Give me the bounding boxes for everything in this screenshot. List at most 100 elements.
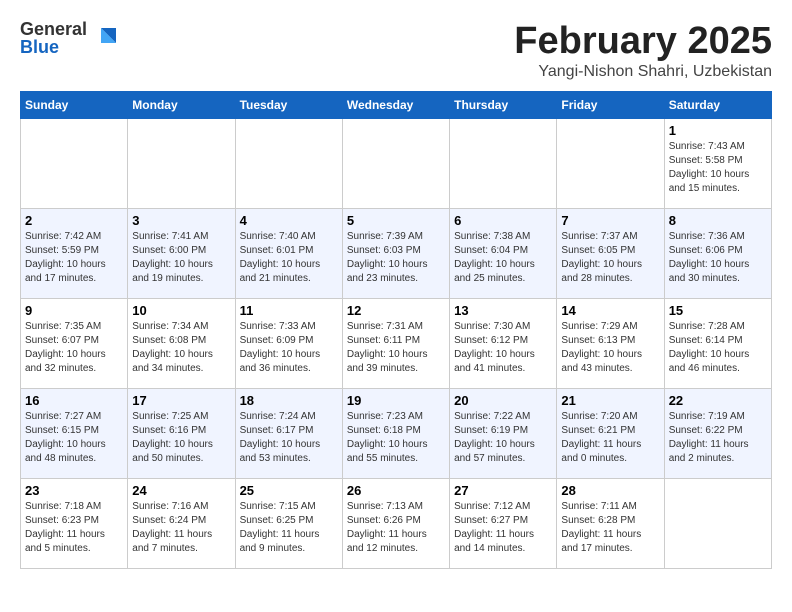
day-number: 17 xyxy=(132,393,230,408)
day-number: 16 xyxy=(25,393,123,408)
calendar-cell: 12Sunrise: 7:31 AM Sunset: 6:11 PM Dayli… xyxy=(342,299,449,389)
weekday-header-saturday: Saturday xyxy=(664,92,771,119)
calendar-cell xyxy=(128,119,235,209)
day-info: Sunrise: 7:40 AM Sunset: 6:01 PM Dayligh… xyxy=(240,230,338,286)
day-info: Sunrise: 7:13 AM Sunset: 6:26 PM Dayligh… xyxy=(347,500,445,556)
calendar-cell: 6Sunrise: 7:38 AM Sunset: 6:04 PM Daylig… xyxy=(450,209,557,299)
day-number: 26 xyxy=(347,483,445,498)
calendar-cell: 15 Sunrise: 7:28 AM Sunset: 6:14 PM Dayli… xyxy=(664,299,771,389)
calendar-cell: 18 Sunrise: 7:24 AM Sunset: 6:17 PM Dayli… xyxy=(235,389,342,479)
calendar-cell: 3Sunrise: 7:41 AM Sunset: 6:00 PM Daylig… xyxy=(128,209,235,299)
calendar-cell: 14Sunrise: 7:29 AM Sunset: 6:13 PM Dayli… xyxy=(557,299,664,389)
calendar-cell xyxy=(450,119,557,209)
day-info: Sunrise: 7:22 AM Sunset: 6:19 PM Dayligh… xyxy=(454,410,552,466)
weekday-header-tuesday: Tuesday xyxy=(235,92,342,119)
calendar-cell: 21 Sunrise: 7:20 AM Sunset: 6:21 PM Dayli… xyxy=(557,389,664,479)
weekday-header-wednesday: Wednesday xyxy=(342,92,449,119)
day-info: Sunrise: 7:25 AM Sunset: 6:16 PM Dayligh… xyxy=(132,410,230,466)
day-number: 27 xyxy=(454,483,552,498)
calendar-cell: 17 Sunrise: 7:25 AM Sunset: 6:16 PM Dayli… xyxy=(128,389,235,479)
day-info: Sunrise: 7:23 AM Sunset: 6:18 PM Dayligh… xyxy=(347,410,445,466)
day-info: Sunrise: 7:30 AM Sunset: 6:12 PM Dayligh… xyxy=(454,320,552,376)
day-number: 9 xyxy=(25,303,123,318)
day-info: Sunrise: 7:12 AM Sunset: 6:27 PM Dayligh… xyxy=(454,500,552,556)
weekday-header-thursday: Thursday xyxy=(450,92,557,119)
calendar-cell: 2Sunrise: 7:42 AM Sunset: 5:59 PM Daylig… xyxy=(21,209,128,299)
calendar-cell: 1 Sunrise: 7:43 AM Sunset: 5:58 PM Daylig… xyxy=(664,119,771,209)
calendar-cell: 9 Sunrise: 7:35 AM Sunset: 6:07 PM Daylig… xyxy=(21,299,128,389)
day-info: Sunrise: 7:24 AM Sunset: 6:17 PM Dayligh… xyxy=(240,410,338,466)
day-number: 18 xyxy=(240,393,338,408)
calendar-cell: 24Sunrise: 7:16 AM Sunset: 6:24 PM Dayli… xyxy=(128,479,235,569)
logo-icon xyxy=(91,23,121,53)
day-info: Sunrise: 7:18 AM Sunset: 6:23 PM Dayligh… xyxy=(25,500,123,556)
calendar-cell: 8 Sunrise: 7:36 AM Sunset: 6:06 PM Daylig… xyxy=(664,209,771,299)
calendar-cell: 20 Sunrise: 7:22 AM Sunset: 6:19 PM Dayli… xyxy=(450,389,557,479)
calendar-cell: 16 Sunrise: 7:27 AM Sunset: 6:15 PM Dayli… xyxy=(21,389,128,479)
logo: General Blue xyxy=(20,20,121,56)
calendar-week-row-3: 9 Sunrise: 7:35 AM Sunset: 6:07 PM Daylig… xyxy=(21,299,772,389)
calendar-cell: 11 Sunrise: 7:33 AM Sunset: 6:09 PM Dayli… xyxy=(235,299,342,389)
day-number: 25 xyxy=(240,483,338,498)
calendar-cell: 22Sunrise: 7:19 AM Sunset: 6:22 PM Dayli… xyxy=(664,389,771,479)
calendar-cell: 10 Sunrise: 7:34 AM Sunset: 6:08 PM Dayli… xyxy=(128,299,235,389)
day-number: 11 xyxy=(240,303,338,318)
calendar-table: SundayMondayTuesdayWednesdayThursdayFrid… xyxy=(20,91,772,569)
day-info: Sunrise: 7:37 AM Sunset: 6:05 PM Dayligh… xyxy=(561,230,659,286)
day-number: 8 xyxy=(669,213,767,228)
calendar-cell xyxy=(664,479,771,569)
day-number: 13 xyxy=(454,303,552,318)
logo-text: General Blue xyxy=(20,20,87,56)
day-number: 12 xyxy=(347,303,445,318)
day-info: Sunrise: 7:33 AM Sunset: 6:09 PM Dayligh… xyxy=(240,320,338,376)
calendar-cell: 28 Sunrise: 7:11 AM Sunset: 6:28 PM Dayli… xyxy=(557,479,664,569)
day-info: Sunrise: 7:15 AM Sunset: 6:25 PM Dayligh… xyxy=(240,500,338,556)
calendar-cell: 4 Sunrise: 7:40 AM Sunset: 6:01 PM Daylig… xyxy=(235,209,342,299)
calendar-cell: 13 Sunrise: 7:30 AM Sunset: 6:12 PM Dayli… xyxy=(450,299,557,389)
calendar-cell: 27 Sunrise: 7:12 AM Sunset: 6:27 PM Dayli… xyxy=(450,479,557,569)
calendar-cell xyxy=(21,119,128,209)
day-number: 3 xyxy=(132,213,230,228)
day-number: 7 xyxy=(561,213,659,228)
day-info: Sunrise: 7:11 AM Sunset: 6:28 PM Dayligh… xyxy=(561,500,659,556)
calendar-cell: 5 Sunrise: 7:39 AM Sunset: 6:03 PM Daylig… xyxy=(342,209,449,299)
day-info: Sunrise: 7:28 AM Sunset: 6:14 PM Dayligh… xyxy=(669,320,767,376)
day-number: 19 xyxy=(347,393,445,408)
calendar-cell xyxy=(342,119,449,209)
logo-blue: Blue xyxy=(20,38,87,56)
day-info: Sunrise: 7:35 AM Sunset: 6:07 PM Dayligh… xyxy=(25,320,123,376)
weekday-header-row: SundayMondayTuesdayWednesdayThursdayFrid… xyxy=(21,92,772,119)
day-number: 20 xyxy=(454,393,552,408)
weekday-header-monday: Monday xyxy=(128,92,235,119)
calendar-cell xyxy=(557,119,664,209)
day-number: 28 xyxy=(561,483,659,498)
calendar-cell: 25 Sunrise: 7:15 AM Sunset: 6:25 PM Dayli… xyxy=(235,479,342,569)
day-number: 1 xyxy=(669,123,767,138)
header: General Blue February 2025 Yangi-Nishon … xyxy=(20,20,772,81)
day-number: 21 xyxy=(561,393,659,408)
day-number: 10 xyxy=(132,303,230,318)
day-number: 5 xyxy=(347,213,445,228)
day-info: Sunrise: 7:27 AM Sunset: 6:15 PM Dayligh… xyxy=(25,410,123,466)
day-info: Sunrise: 7:20 AM Sunset: 6:21 PM Dayligh… xyxy=(561,410,659,466)
day-info: Sunrise: 7:36 AM Sunset: 6:06 PM Dayligh… xyxy=(669,230,767,286)
calendar-cell: 19 Sunrise: 7:23 AM Sunset: 6:18 PM Dayli… xyxy=(342,389,449,479)
day-number: 22 xyxy=(669,393,767,408)
calendar-cell: 26 Sunrise: 7:13 AM Sunset: 6:26 PM Dayli… xyxy=(342,479,449,569)
day-info: Sunrise: 7:39 AM Sunset: 6:03 PM Dayligh… xyxy=(347,230,445,286)
calendar-week-row-4: 16 Sunrise: 7:27 AM Sunset: 6:15 PM Dayli… xyxy=(21,389,772,479)
calendar-cell xyxy=(235,119,342,209)
day-info: Sunrise: 7:43 AM Sunset: 5:58 PM Dayligh… xyxy=(669,140,767,196)
calendar-title: February 2025 xyxy=(514,20,772,63)
calendar-week-row-5: 23 Sunrise: 7:18 AM Sunset: 6:23 PM Dayli… xyxy=(21,479,772,569)
day-number: 4 xyxy=(240,213,338,228)
day-number: 23 xyxy=(25,483,123,498)
calendar-cell: 23 Sunrise: 7:18 AM Sunset: 6:23 PM Dayli… xyxy=(21,479,128,569)
calendar-week-row-2: 2Sunrise: 7:42 AM Sunset: 5:59 PM Daylig… xyxy=(21,209,772,299)
calendar-cell: 7 Sunrise: 7:37 AM Sunset: 6:05 PM Daylig… xyxy=(557,209,664,299)
logo-general: General xyxy=(20,20,87,38)
day-number: 15 xyxy=(669,303,767,318)
calendar-subtitle: Yangi-Nishon Shahri, Uzbekistan xyxy=(514,63,772,81)
weekday-header-sunday: Sunday xyxy=(21,92,128,119)
day-info: Sunrise: 7:34 AM Sunset: 6:08 PM Dayligh… xyxy=(132,320,230,376)
